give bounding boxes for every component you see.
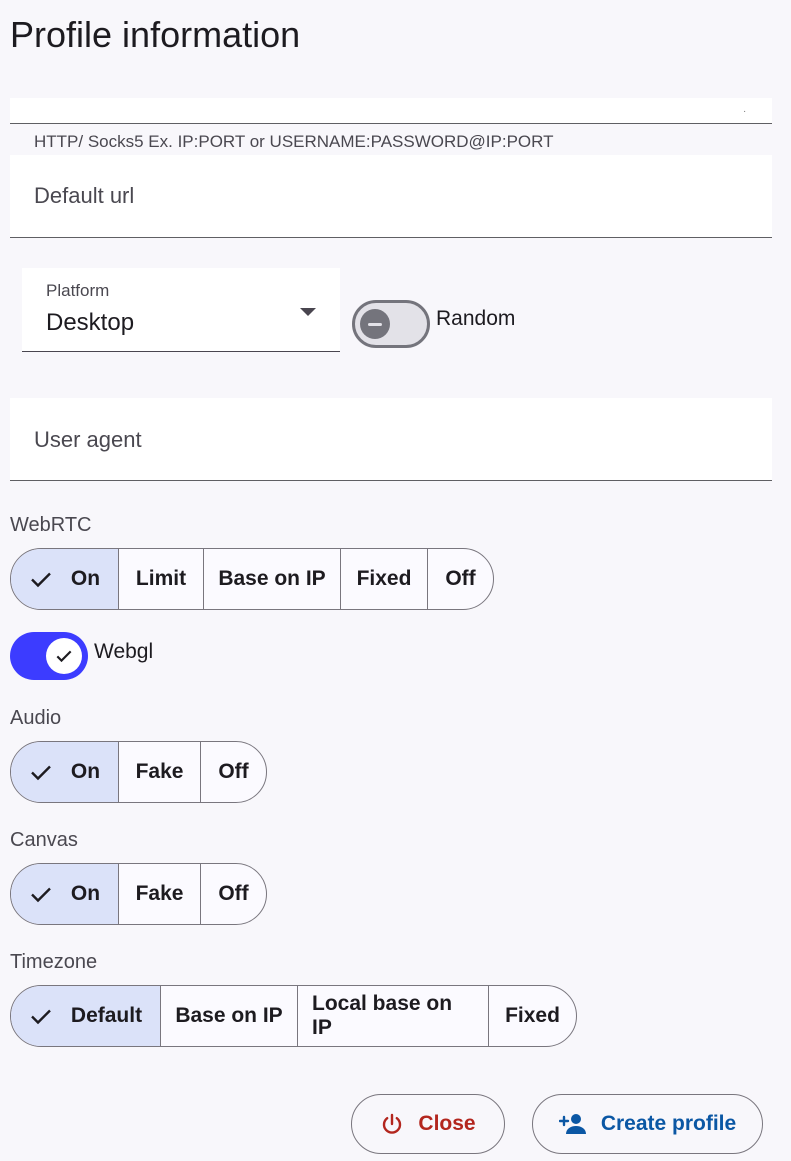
check-icon xyxy=(31,765,51,781)
webgl-toggle[interactable] xyxy=(10,632,88,680)
timezone-option-fixed[interactable]: Fixed xyxy=(489,986,576,1046)
timezone-label: Timezone xyxy=(10,951,98,973)
timezone-option-base-on-ip[interactable]: Base on IP xyxy=(161,986,298,1046)
canvas-option-fake[interactable]: Fake xyxy=(119,864,201,924)
default-url-input[interactable]: Default url xyxy=(10,155,772,238)
proxy-value: . xyxy=(743,104,746,115)
timezone-option-local-base-on-ip[interactable]: Local base on IP xyxy=(298,986,489,1046)
webrtc-option-limit[interactable]: Limit xyxy=(119,549,204,609)
webrtc-label: WebRTC xyxy=(10,514,92,536)
proxy-helper-text: HTTP/ Socks5 Ex. IP:PORT or USERNAME:PAS… xyxy=(34,132,554,151)
check-icon xyxy=(56,650,72,663)
platform-label: Platform xyxy=(46,281,110,300)
canvas-option-off[interactable]: Off xyxy=(201,864,266,924)
platform-select[interactable]: Platform Desktop xyxy=(22,268,340,352)
audio-label: Audio xyxy=(10,707,62,729)
webrtc-segmented-control: On Limit Base on IP Fixed Off xyxy=(10,548,494,610)
user-agent-input[interactable]: User agent xyxy=(10,398,772,481)
audio-option-on[interactable]: On xyxy=(11,742,119,802)
webrtc-option-off[interactable]: Off xyxy=(428,549,493,609)
check-icon xyxy=(31,1009,51,1025)
audio-option-fake[interactable]: Fake xyxy=(119,742,201,802)
create-profile-button[interactable]: Create profile xyxy=(532,1094,763,1154)
page-title: Profile information xyxy=(10,14,301,55)
webrtc-option-on[interactable]: On xyxy=(11,549,119,609)
canvas-label: Canvas xyxy=(10,829,78,851)
platform-value: Desktop xyxy=(46,309,135,336)
audio-segmented-control: On Fake Off xyxy=(10,741,267,803)
webrtc-option-fixed[interactable]: Fixed xyxy=(341,549,428,609)
webrtc-option-base-on-ip[interactable]: Base on IP xyxy=(204,549,341,609)
canvas-segmented-control: On Fake Off xyxy=(10,863,267,925)
proxy-field[interactable]: . xyxy=(10,98,772,124)
chevron-down-icon xyxy=(300,308,316,316)
timezone-segmented-control: Default Base on IP Local base on IP Fixe… xyxy=(10,985,577,1047)
random-label: Random xyxy=(436,307,516,330)
audio-option-off[interactable]: Off xyxy=(201,742,266,802)
power-icon xyxy=(383,1113,402,1134)
random-toggle[interactable] xyxy=(352,300,430,348)
webgl-label: Webgl xyxy=(94,640,154,663)
default-url-placeholder: Default url xyxy=(34,183,135,208)
minus-icon xyxy=(360,309,390,339)
close-button[interactable]: Close xyxy=(351,1094,505,1154)
check-icon xyxy=(31,887,51,903)
user-agent-placeholder: User agent xyxy=(34,427,142,452)
canvas-option-on[interactable]: On xyxy=(11,864,119,924)
person-add-icon xyxy=(558,1114,586,1134)
check-icon xyxy=(31,572,51,588)
timezone-option-default[interactable]: Default xyxy=(11,986,161,1046)
